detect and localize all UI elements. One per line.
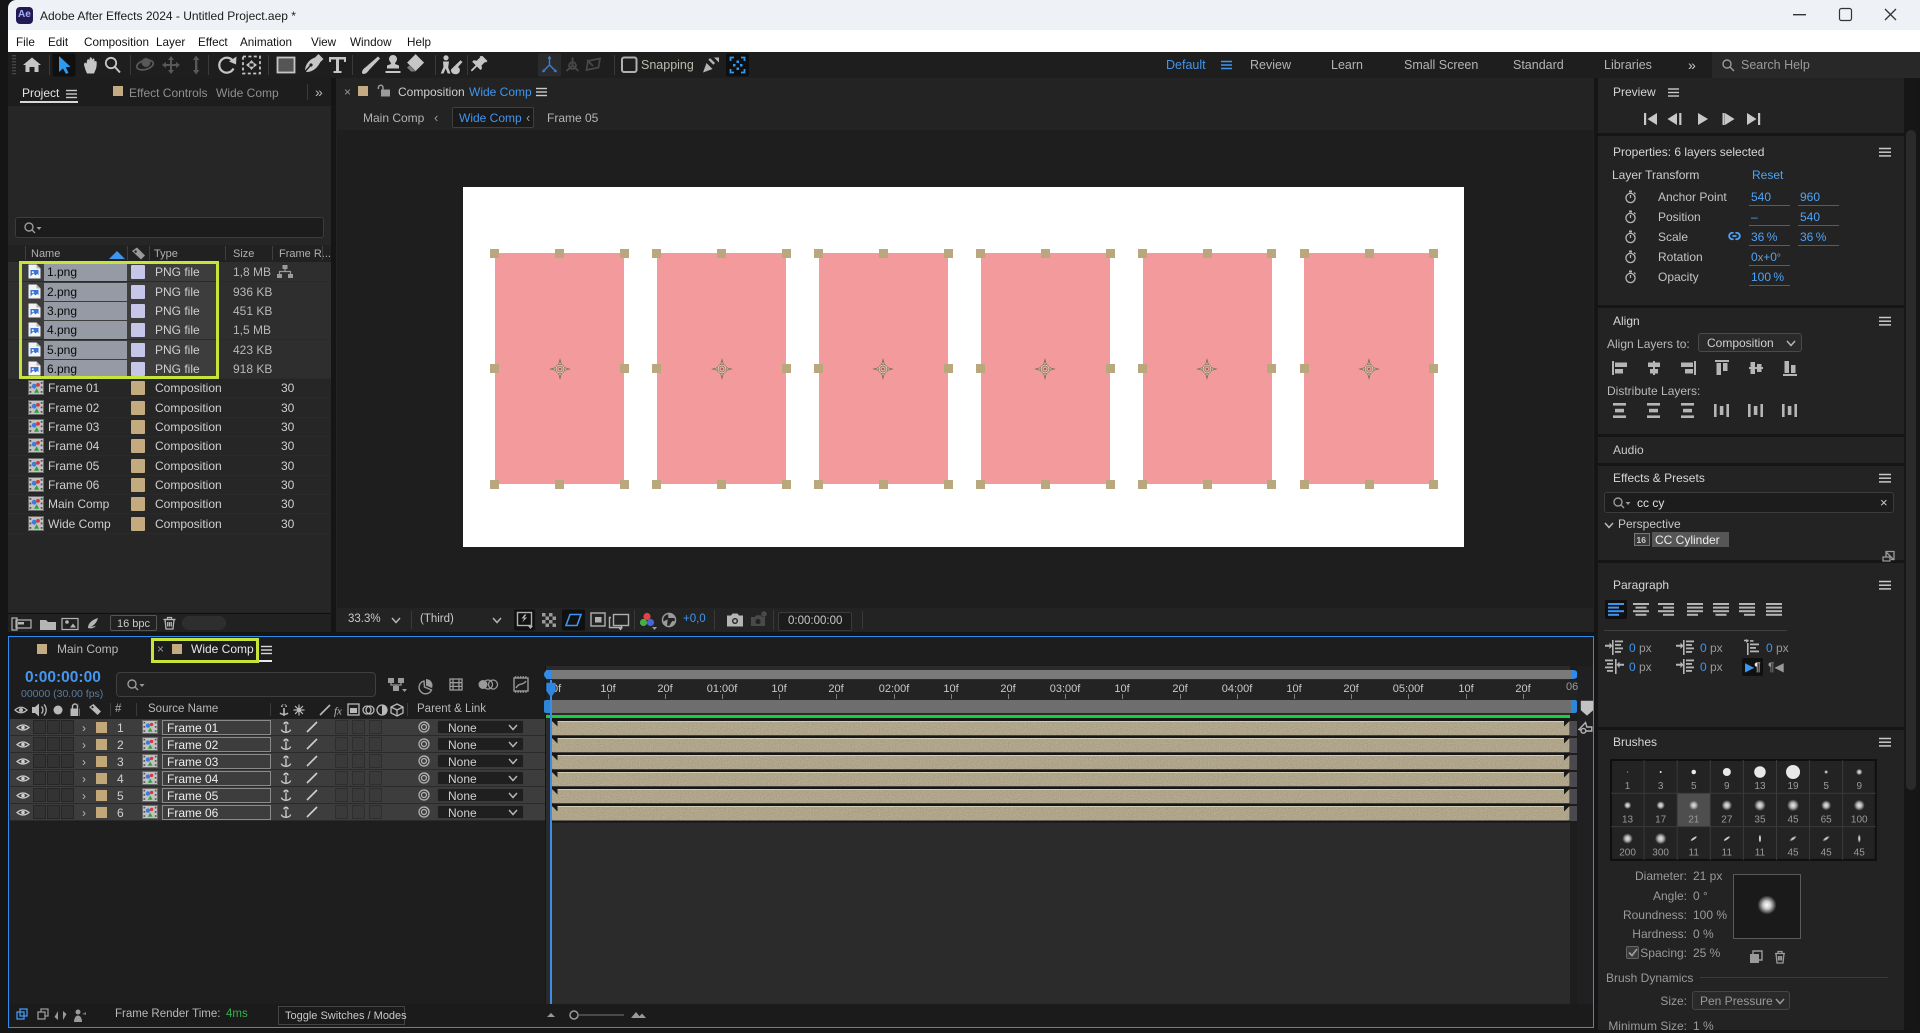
svg-text:21: 21 [1688,814,1700,825]
svg-text:45: 45 [1821,848,1833,859]
svg-text:11: 11 [1722,848,1733,859]
svg-text:5: 5 [1823,781,1829,792]
svg-text:45: 45 [1787,848,1799,859]
svg-text:45: 45 [1787,814,1799,825]
svg-text:13: 13 [1622,814,1634,825]
svg-text:1: 1 [1625,781,1631,792]
svg-text:11: 11 [1689,848,1700,859]
svg-text:200: 200 [1619,848,1636,859]
svg-text:65: 65 [1821,814,1833,825]
svg-text:11: 11 [1755,848,1766,859]
svg-text:9: 9 [1856,781,1862,792]
svg-text:19: 19 [1787,781,1799,792]
svg-text:17: 17 [1655,814,1667,825]
svg-text:45: 45 [1854,848,1866,859]
svg-text:5: 5 [1691,781,1697,792]
svg-text:3: 3 [1658,781,1664,792]
svg-text:300: 300 [1652,848,1669,859]
svg-text:100: 100 [1851,814,1868,825]
svg-text:13: 13 [1754,781,1766,792]
svg-text:fx: fx [334,706,342,718]
svg-text:9: 9 [1724,781,1730,792]
svg-text:27: 27 [1721,814,1733,825]
svg-text:35: 35 [1754,814,1766,825]
